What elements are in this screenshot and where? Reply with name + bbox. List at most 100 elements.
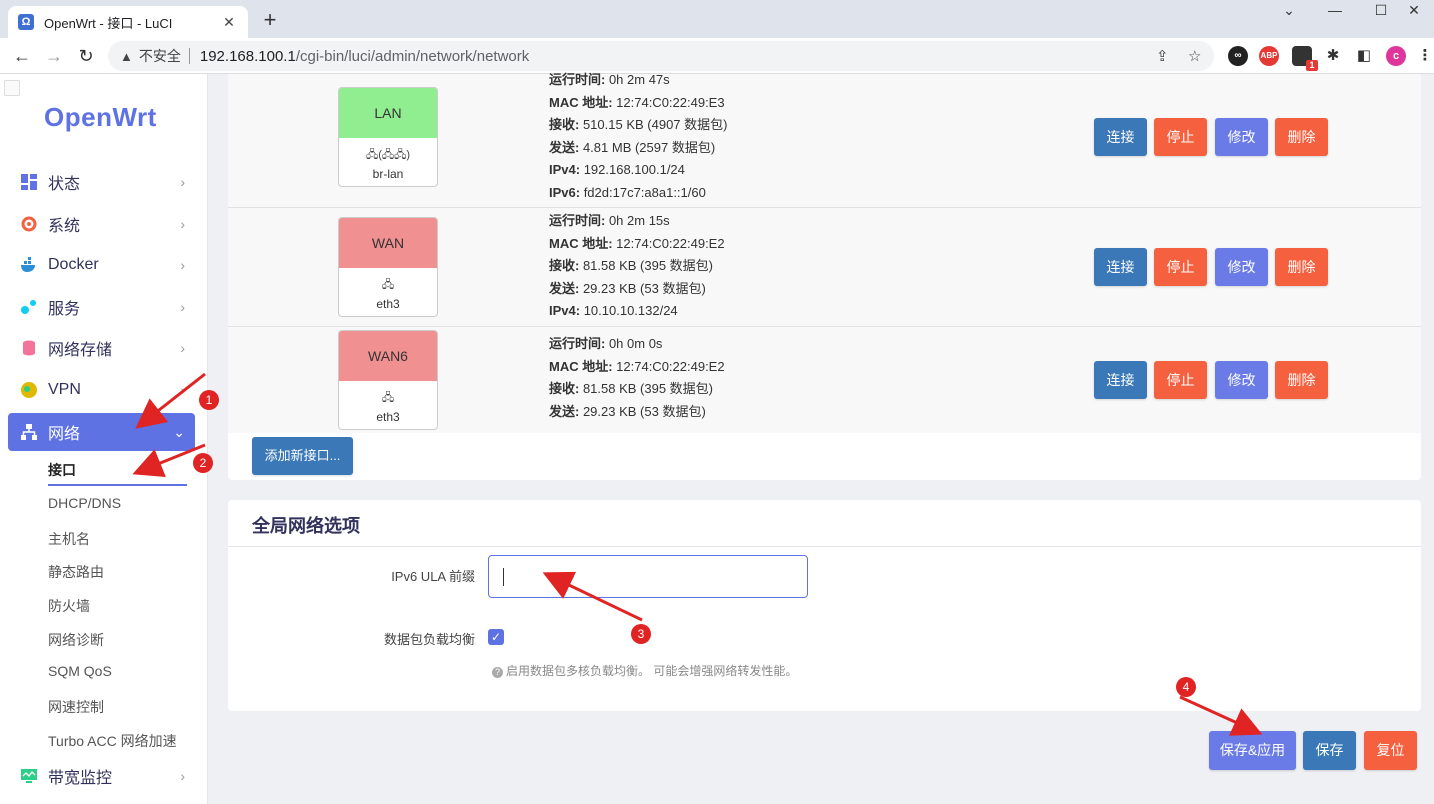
edit-button[interactable]: 修改 — [1215, 118, 1268, 156]
active-submenu-underline — [48, 484, 187, 486]
browser-tab-bar: Ω OpenWrt - 接口 - LuCI ✕ + ⌄ — ☐ ✕ — [0, 0, 1434, 38]
stat-mac: MAC 地址: 12:74:C0:22:49:E2 — [549, 235, 725, 251]
chevron-right-icon: › — [180, 257, 185, 273]
edit-button[interactable]: 修改 — [1215, 361, 1268, 399]
reset-button[interactable]: 复位 — [1364, 731, 1417, 770]
interface-badge-wan[interactable]: WAN 🖧 eth3 — [338, 217, 438, 317]
edit-button[interactable]: 修改 — [1215, 248, 1268, 286]
star-icon[interactable]: ☆ — [1188, 47, 1201, 65]
stop-button[interactable]: 停止 — [1154, 248, 1207, 286]
stat-tx: 发送: 29.23 KB (53 数据包) — [549, 280, 706, 296]
openwrt-logo[interactable]: OpenWrt — [44, 102, 157, 133]
device-name: br-lan — [372, 167, 404, 181]
sidebar-item-services[interactable]: 服务 › — [8, 288, 195, 326]
device-name: eth3 — [376, 410, 400, 424]
submenu-item-firewall[interactable]: 防火墙 — [48, 596, 90, 616]
reload-icon[interactable]: ↻ — [74, 44, 98, 68]
annotation-marker: 2 — [193, 453, 213, 473]
submenu-item-hostnames[interactable]: 主机名 — [48, 529, 90, 549]
database-icon — [20, 339, 38, 357]
annotation-marker: 4 — [1176, 677, 1196, 697]
extension-badge-count: 1 — [1306, 60, 1318, 71]
sidebar-item-bandwidth[interactable]: 带宽监控 › — [8, 757, 195, 795]
sidebar-item-storage[interactable]: 网络存储 › — [8, 329, 195, 367]
ula-prefix-input[interactable] — [488, 555, 808, 598]
interface-stats: 运行时间: 0h 2m 15s MAC 地址: 12:74:C0:22:49:E… — [549, 210, 725, 323]
stat-uptime: 运行时间: 0h 2m 15s — [549, 213, 670, 228]
stat-ipv4: IPv4: 10.10.10.132/24 — [549, 303, 678, 318]
close-tab-icon[interactable]: ✕ — [220, 14, 238, 31]
address-bar[interactable]: ▲ 不安全 192.168.100.1 /cgi-bin/luci/admin/… — [108, 41, 1214, 71]
tab-search-chevron-icon[interactable]: ⌄ — [1266, 0, 1312, 20]
sidebar-item-label: 服务 — [48, 301, 81, 318]
delete-button[interactable]: 删除 — [1275, 118, 1328, 156]
globe-icon — [20, 381, 38, 399]
ethernet-icon: 🖧 — [381, 279, 395, 291]
window-close-icon[interactable]: ✕ — [1394, 0, 1434, 20]
forward-icon[interactable]: → — [42, 44, 66, 68]
stat-tx: 发送: 29.23 KB (53 数据包) — [549, 403, 706, 419]
profile-avatar[interactable]: c — [1386, 46, 1406, 66]
packet-steering-checkbox[interactable]: ✓ — [488, 629, 504, 645]
save-apply-button[interactable]: 保存&应用 — [1209, 731, 1296, 770]
connect-button[interactable]: 连接 — [1094, 248, 1147, 286]
section-title: 全局网络选项 — [252, 516, 360, 536]
sidebar-item-network[interactable]: 网络 ⌄ — [8, 413, 195, 451]
interface-badge-lan[interactable]: LAN 🖧(🖧🖧) br-lan — [338, 87, 438, 187]
extension-infinity-icon[interactable]: ∞ — [1228, 46, 1248, 66]
sidebar-item-docker[interactable]: Docker › — [8, 246, 195, 284]
chevron-right-icon: › — [180, 299, 185, 315]
submenu-item-routes[interactable]: 静态路由 — [48, 562, 104, 582]
submenu-item-sqm[interactable]: SQM QoS — [48, 663, 112, 679]
connect-button[interactable]: 连接 — [1094, 118, 1147, 156]
add-interface-button[interactable]: 添加新接口... — [252, 437, 353, 475]
chevron-down-icon: ⌄ — [173, 423, 185, 440]
kebab-menu-icon[interactable]: ⋮ — [1415, 46, 1434, 66]
interface-device: 🖧 eth3 — [339, 381, 437, 424]
table-row: LAN 🖧(🖧🖧) br-lan 运行时间: 0h 2m 47s MAC 地址:… — [228, 72, 1421, 208]
new-tab-button[interactable]: + — [258, 8, 282, 32]
sidebar-item-status[interactable]: 状态 › — [8, 163, 195, 201]
stat-tx: 发送: 4.81 MB (2597 数据包) — [549, 139, 716, 155]
stop-button[interactable]: 停止 — [1154, 361, 1207, 399]
annotation-marker: 3 — [631, 624, 651, 644]
interface-name: WAN6 — [339, 331, 437, 381]
browser-tab[interactable]: Ω OpenWrt - 接口 - LuCI ✕ — [8, 6, 248, 38]
sidebar-item-system[interactable]: 系统 › — [8, 205, 195, 243]
submenu-item-dhcp[interactable]: DHCP/DNS — [48, 495, 121, 511]
submenu-item-turbo-acc[interactable]: Turbo ACC 网络加速 — [48, 731, 177, 751]
extension-badge-icon[interactable]: 1 — [1292, 46, 1318, 71]
submenu-item-speed-control[interactable]: 网速控制 — [48, 697, 104, 717]
chevron-right-icon: › — [180, 174, 185, 190]
sidebar-item-vpn[interactable]: VPN › — [8, 371, 195, 409]
stop-button[interactable]: 停止 — [1154, 118, 1207, 156]
interface-badge-wan6[interactable]: WAN6 🖧 eth3 — [338, 330, 438, 430]
sidebar-toggle[interactable] — [4, 80, 20, 96]
delete-button[interactable]: 删除 — [1275, 248, 1328, 286]
chevron-right-icon: › — [180, 216, 185, 232]
share-icon[interactable]: ⇪ — [1156, 47, 1169, 65]
url-path: /cgi-bin/luci/admin/network/network — [295, 47, 530, 65]
services-icon — [20, 298, 38, 316]
puzzle-icon[interactable]: ✱ — [1323, 46, 1343, 66]
sidebar-icon[interactable]: ◧ — [1354, 46, 1374, 66]
delete-button[interactable]: 删除 — [1275, 361, 1328, 399]
omnibox-divider — [188, 48, 190, 64]
stat-mac: MAC 地址: 12:74:C0:22:49:E2 — [549, 358, 725, 374]
network-icon — [20, 423, 38, 441]
annotation-marker: 1 — [199, 390, 219, 410]
ula-prefix-label: IPv6 ULA 前缀 — [391, 569, 475, 584]
adblock-icon[interactable]: ABP — [1259, 46, 1279, 66]
connect-button[interactable]: 连接 — [1094, 361, 1147, 399]
back-icon[interactable]: ← — [10, 44, 34, 68]
stat-ipv4: IPv4: 192.168.100.1/24 — [549, 162, 685, 177]
dashboard-icon — [20, 173, 38, 191]
submenu-item-interfaces[interactable]: 接口 — [48, 460, 76, 480]
packet-steering-label: 数据包负载均衡 — [383, 632, 475, 647]
minimize-icon[interactable]: — — [1312, 0, 1358, 20]
warning-icon[interactable]: ▲ — [120, 49, 133, 64]
save-button[interactable]: 保存 — [1303, 731, 1356, 770]
insecure-label[interactable]: 不安全 — [139, 46, 181, 66]
submenu-item-diagnostics[interactable]: 网络诊断 — [48, 630, 104, 650]
interface-stats: 运行时间: 0h 0m 0s MAC 地址: 12:74:C0:22:49:E2… — [549, 333, 725, 423]
